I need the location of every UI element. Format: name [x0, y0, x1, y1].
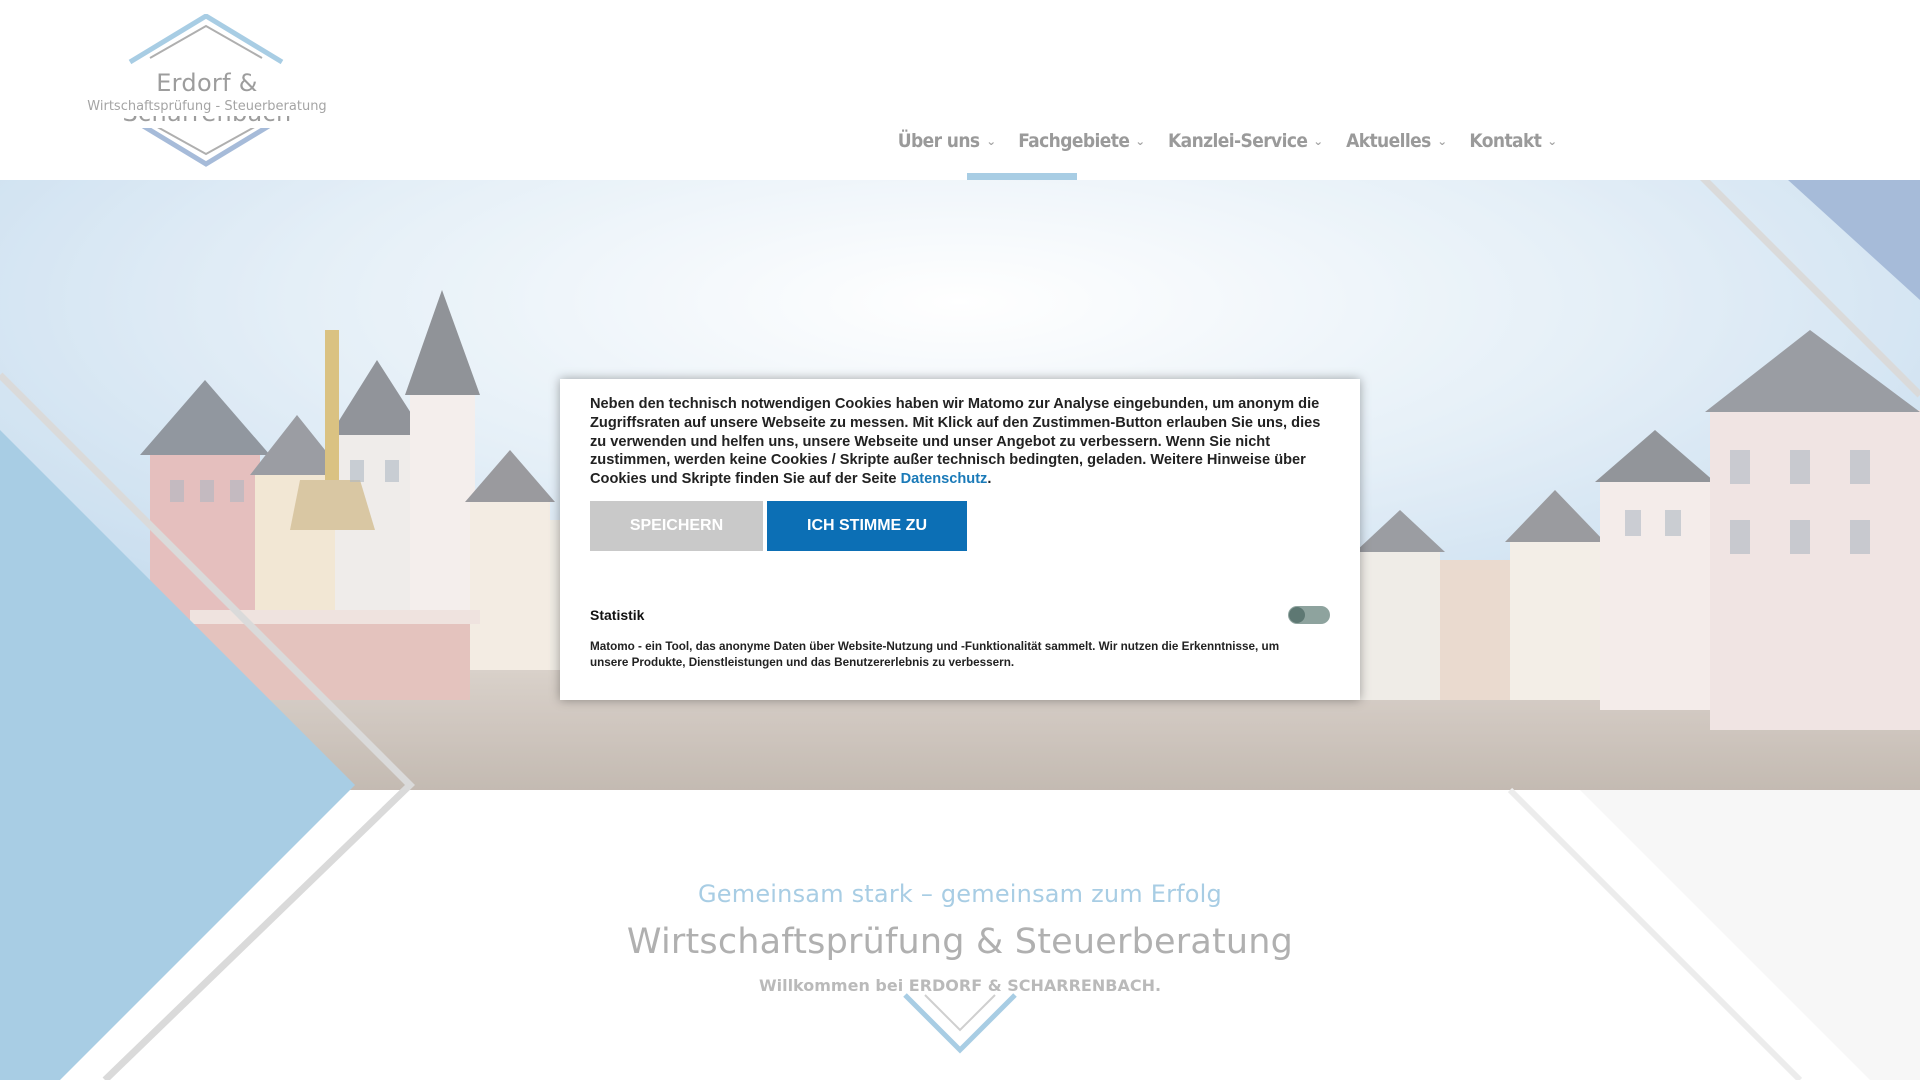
save-button[interactable]: Speichern	[590, 500, 763, 551]
cookie-button-row: Speichern Ich stimme zu	[590, 500, 1330, 551]
cookie-consent-dialog: Neben den technisch notwendigen Cookies …	[560, 379, 1360, 700]
statistics-description: Matomo - ein Tool, das anonyme Daten übe…	[590, 640, 1280, 669]
toggle-knob	[1289, 607, 1305, 623]
statistics-setting: Statistik	[590, 605, 1330, 625]
statistics-toggle[interactable]	[1288, 606, 1330, 624]
privacy-policy-link[interactable]: Datenschutz	[901, 471, 988, 487]
cookie-notice-text: Neben den technisch notwendigen Cookies …	[590, 396, 1321, 488]
statistics-label: Statistik	[590, 607, 645, 623]
agree-button[interactable]: Ich stimme zu	[767, 500, 967, 551]
